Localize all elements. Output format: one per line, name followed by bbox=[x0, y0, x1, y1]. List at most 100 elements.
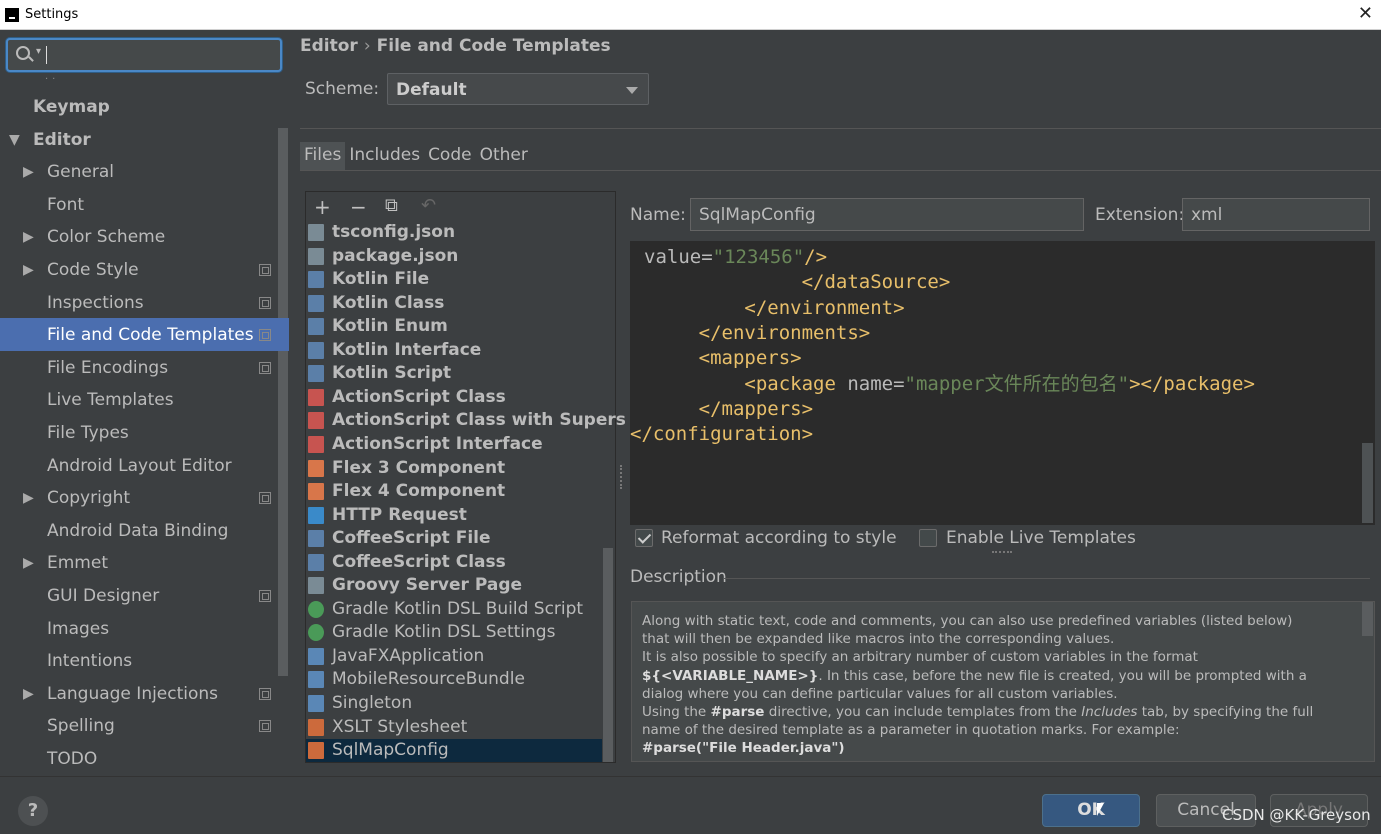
template-code-editor[interactable]: value="123456"/> </dataSource> </environ… bbox=[630, 241, 1375, 525]
breadcrumb-current: File and Code Templates bbox=[376, 36, 611, 56]
close-icon[interactable]: ✕ bbox=[1358, 3, 1373, 24]
description-text: Along with static text, code and comment… bbox=[631, 601, 1375, 762]
code-line: </environment> bbox=[630, 296, 905, 321]
sidebar-item-spelling[interactable]: Spelling bbox=[47, 710, 115, 742]
sidebar-item-keymap[interactable]: Keymap bbox=[33, 91, 110, 123]
name-field[interactable]: SqlMapConfig bbox=[690, 198, 1084, 231]
sidebar-item-language-injections[interactable]: Language Injections bbox=[47, 678, 218, 710]
description-p1: Along with static text, code and comment… bbox=[642, 613, 1293, 648]
collapse-arrow-icon[interactable]: ▶ bbox=[23, 482, 34, 514]
template-label: ActionScript Class bbox=[332, 386, 506, 407]
template-list-scrollbar[interactable] bbox=[603, 548, 613, 762]
sidebar-item-live-templates[interactable]: Live Templates bbox=[47, 384, 174, 416]
template-label: CoffeeScript File bbox=[332, 528, 491, 549]
live-templates-checkbox[interactable] bbox=[919, 529, 937, 547]
sidebar-item-file-encodings[interactable]: File Encodings bbox=[47, 352, 168, 384]
template-kt-file-icon bbox=[308, 365, 324, 383]
code-line: </environments> bbox=[630, 321, 871, 346]
code-token: ></package> bbox=[1129, 372, 1255, 395]
description-divider bbox=[724, 578, 1370, 579]
collapse-arrow-icon[interactable]: ▶ bbox=[23, 678, 34, 710]
remove-icon[interactable]: − bbox=[350, 195, 367, 219]
template-xs-file-icon bbox=[308, 742, 324, 760]
template-as-file-icon bbox=[308, 435, 324, 453]
reformat-label[interactable]: Reformat according to style bbox=[661, 528, 897, 548]
reformat-checkbox[interactable] bbox=[635, 529, 653, 547]
project-settings-icon bbox=[259, 492, 271, 505]
tab-files[interactable]: Files bbox=[300, 142, 346, 170]
project-settings-icon bbox=[259, 296, 271, 309]
sidebar-item-copyright[interactable]: Copyright bbox=[47, 482, 130, 514]
horizontal-splitter-handle[interactable] bbox=[992, 551, 1012, 555]
template-kt-file-icon bbox=[308, 271, 324, 289]
tab-includes[interactable]: Includes bbox=[345, 142, 424, 170]
copy-icon[interactable]: ⧉ bbox=[385, 195, 398, 216]
search-input[interactable]: ▾ bbox=[6, 38, 282, 72]
add-icon[interactable]: + bbox=[314, 195, 331, 219]
live-templates-label[interactable]: Enable Live Templates bbox=[946, 528, 1136, 548]
ok-button[interactable]: OK bbox=[1042, 794, 1140, 827]
code-token: "123456" bbox=[712, 246, 805, 268]
splitter-handle[interactable] bbox=[620, 465, 624, 489]
collapse-arrow-icon[interactable]: ▶ bbox=[23, 156, 34, 188]
sidebar-item-code-style[interactable]: Code Style bbox=[47, 254, 139, 286]
sidebar-item-android-layout-editor[interactable]: Android Layout Editor bbox=[47, 450, 232, 482]
sidebar-item-file-types[interactable]: File Types bbox=[47, 417, 129, 449]
sidebar-item-color-scheme[interactable]: Color Scheme bbox=[47, 221, 165, 253]
window-titlebar: Settings ✕ bbox=[0, 0, 1381, 30]
sidebar-item-general[interactable]: General bbox=[47, 156, 114, 188]
search-icon bbox=[16, 46, 30, 60]
sidebar-item-gui-designer[interactable]: GUI Designer bbox=[47, 580, 159, 612]
collapse-arrow-icon[interactable]: ▶ bbox=[23, 254, 34, 286]
description-p3c: directive, you can include templates fro… bbox=[764, 704, 1082, 721]
sidebar-item-editor[interactable]: Editor bbox=[33, 124, 91, 156]
collapse-arrow-icon[interactable]: ▶ bbox=[23, 547, 34, 579]
template-label: SqlMapConfig bbox=[332, 740, 449, 761]
code-token: /> bbox=[804, 246, 828, 268]
window-title: Settings bbox=[25, 7, 79, 22]
tab-other[interactable]: Other bbox=[476, 142, 532, 170]
divider bbox=[300, 128, 1381, 129]
sidebar-item-file-and-code-templates[interactable]: File and Code Templates bbox=[47, 319, 254, 351]
sidebar-item-label: Language Injections bbox=[47, 683, 219, 704]
help-button-footer[interactable]: ? bbox=[18, 796, 48, 826]
template-label: Kotlin Interface bbox=[332, 339, 482, 360]
code-line: value="123456"/> bbox=[644, 245, 827, 270]
tab-divider bbox=[300, 170, 1381, 171]
code-token: </environment> bbox=[744, 296, 905, 319]
template-label: Groovy Server Page bbox=[332, 575, 523, 596]
sidebar-item-font[interactable]: Font bbox=[47, 189, 84, 221]
breadcrumb-parent: Editor bbox=[300, 36, 358, 56]
sidebar-item-inspections[interactable]: Inspections bbox=[47, 287, 144, 319]
sidebar-item-images[interactable]: Images bbox=[47, 613, 109, 645]
template-gr-file-icon bbox=[308, 600, 324, 618]
template-as-file-icon bbox=[308, 388, 324, 406]
sidebar-item-label: Code Style bbox=[47, 260, 139, 280]
sidebar-item-todo[interactable]: TODO bbox=[47, 743, 97, 775]
template-label: Kotlin Class bbox=[332, 292, 445, 313]
code-line: </configuration> bbox=[630, 422, 813, 447]
template-label: tsconfig.json bbox=[332, 222, 456, 242]
text-caret bbox=[46, 46, 47, 64]
tab-code[interactable]: Code bbox=[424, 142, 476, 170]
template-fx-file-icon bbox=[308, 483, 324, 501]
sidebar-item-android-data-binding[interactable]: Android Data Binding bbox=[47, 515, 228, 547]
sidebar-item-label: Android Layout Editor bbox=[47, 455, 232, 476]
scheme-label: Scheme: bbox=[305, 79, 380, 99]
chevron-down-icon[interactable]: ▾ bbox=[36, 46, 41, 57]
sidebar-scrollbar[interactable] bbox=[278, 128, 288, 676]
description-scrollbar[interactable] bbox=[1362, 602, 1373, 636]
scheme-dropdown[interactable]: Default bbox=[387, 73, 649, 105]
template-jv-file-icon bbox=[308, 671, 324, 689]
sidebar-item-intentions[interactable]: Intentions bbox=[47, 645, 132, 677]
editor-scrollbar[interactable] bbox=[1362, 443, 1373, 523]
sidebar-item-label: File and Code Templates bbox=[47, 325, 254, 346]
collapse-arrow-icon[interactable]: ▶ bbox=[23, 221, 34, 253]
code-token: </environments> bbox=[698, 321, 871, 344]
sidebar-item-emmet[interactable]: Emmet bbox=[47, 547, 108, 579]
expand-arrow-icon[interactable]: ▼ bbox=[9, 124, 20, 156]
extension-field[interactable]: xml bbox=[1182, 198, 1370, 231]
reset-icon[interactable]: ↶ bbox=[421, 195, 436, 216]
